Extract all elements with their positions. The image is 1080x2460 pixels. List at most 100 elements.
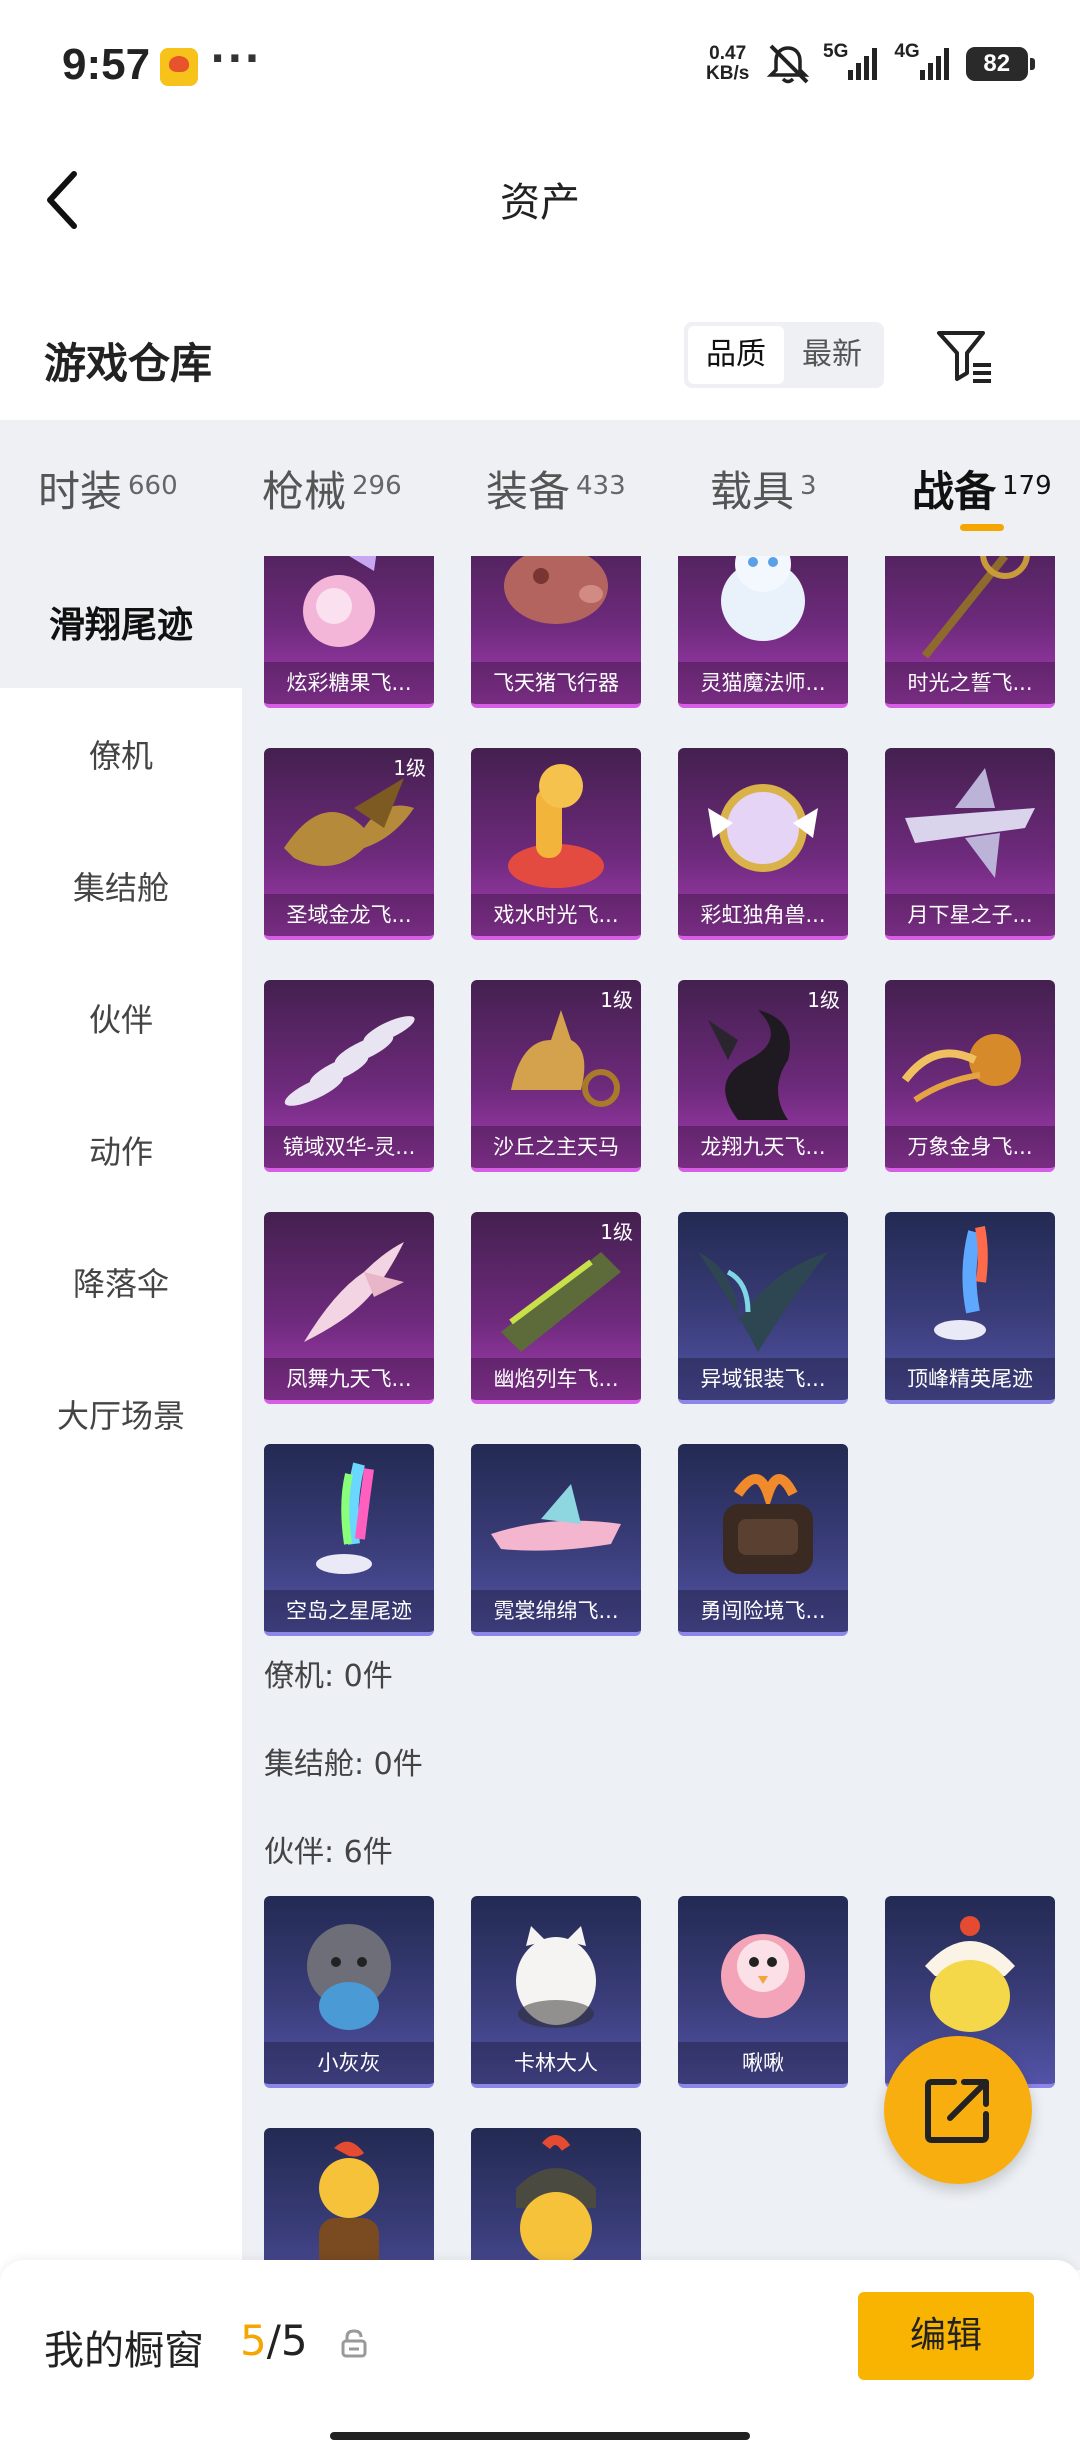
status-icons: 5G 4G 82 [765, 41, 1035, 86]
item-name: 龙翔九天飞... [678, 1126, 848, 1168]
item-card[interactable]: 彩虹独角兽... [678, 748, 848, 940]
tab-label: 装备 [486, 467, 571, 516]
item-content-area: 炫彩糖果飞... 飞天猪飞行器 灵猫魔法师... 时光之誓飞... 1级 圣域金龙飞...… [242, 556, 1080, 2270]
sidebar-item-lobby-scene[interactable]: 大厅场景 [0, 1348, 242, 1480]
item-name: 镜域双华-灵... [264, 1126, 434, 1168]
pod-section-label: 集结舱: 0件 [264, 1747, 423, 1782]
item-card[interactable]: 卡林大人 [471, 1896, 641, 2088]
status-bar: 9:57 ··· 0.47 KB/s 5G 4G 82 [0, 0, 1080, 130]
edit-button[interactable]: 编辑 [858, 2292, 1034, 2380]
golden-comet-icon [901, 1034, 1021, 1103]
item-card[interactable]: 镜域双华-灵... [264, 980, 434, 1172]
time-scepter-icon [921, 556, 1030, 659]
item-name: 月下星之子... [885, 894, 1055, 936]
item-name: 圣域金龙飞... [264, 894, 434, 936]
white-cat-icon [516, 1926, 596, 2028]
flying-pig-icon [504, 556, 608, 624]
showcase-count: 5/5 [240, 2316, 308, 2365]
item-card[interactable]: 1级圣域金龙飞... [264, 748, 434, 940]
item-name: 霓裳绵绵飞... [471, 1590, 641, 1632]
item-card[interactable]: 顶峰精英尾迹 [885, 1212, 1055, 1404]
tab-equipment[interactable]: 装备 433 [448, 420, 672, 556]
tab-count: 179 [1002, 471, 1052, 501]
tab-fashion[interactable]: 时装 660 [0, 420, 224, 556]
item-card[interactable]: 1级 龙翔九天飞... [678, 980, 848, 1172]
tab-firearms[interactable]: 枪械 296 [224, 420, 448, 556]
item-card[interactable]: 时光之誓飞... [885, 556, 1055, 708]
sidebar-item-glide-trail[interactable]: 滑翔尾迹 [0, 556, 242, 688]
rocket-pack-icon [723, 1474, 813, 1574]
showcase-label: 我的橱窗 [44, 2328, 204, 2374]
status-time: 9:57 [62, 40, 151, 89]
item-card[interactable]: 空岛之星尾迹 [264, 1444, 434, 1636]
item-card[interactable]: 戏水时光飞... [471, 748, 641, 940]
rainbow-trail-icon [316, 1462, 374, 1574]
grey-sheep-icon [307, 1924, 391, 2030]
showcase-total: /5 [266, 2316, 308, 2365]
share-icon [925, 2079, 989, 2143]
home-indicator [330, 2432, 750, 2440]
sidebar-item-parachute[interactable]: 降落伞 [0, 1216, 242, 1348]
tab-count: 296 [352, 471, 402, 501]
unicorn-mirror-icon [708, 784, 818, 872]
tab-vehicles[interactable]: 载具 3 [672, 420, 896, 556]
sidebar-item-emote[interactable]: 动作 [0, 1084, 242, 1216]
item-name: 凤舞九天飞... [264, 1358, 434, 1400]
item-card[interactable] [264, 2128, 434, 2270]
battery-indicator: 82 [965, 47, 1035, 81]
app-notification-icon [160, 48, 198, 86]
item-name: 啾啾 [678, 2042, 848, 2084]
item-card[interactable]: 万象金身飞... [885, 980, 1055, 1172]
pink-plane-icon [491, 1484, 621, 1551]
item-name: 彩虹独角兽... [678, 894, 848, 936]
tab-label: 载具 [710, 467, 795, 516]
sort-newest-option[interactable]: 最新 [784, 326, 880, 384]
signal-1-label: 5G [823, 41, 849, 62]
subcategory-sidebar: 滑翔尾迹 僚机 集结舱 伙伴 动作 降落伞 大厅场景 [0, 556, 242, 2256]
item-card[interactable]: 霓裳绵绵飞... [471, 1444, 641, 1636]
item-card[interactable]: 灵猫魔法师... [678, 556, 848, 708]
level-badge: 1级 [393, 756, 426, 780]
item-card[interactable]: 1级沙丘之主天马 [471, 980, 641, 1172]
app-header: 资产 [0, 130, 1080, 270]
level-badge: 1级 [600, 988, 633, 1012]
candy-glider-icon [303, 556, 377, 647]
item-card[interactable]: 炫彩糖果飞... [264, 556, 434, 708]
item-card[interactable]: 凤舞九天飞... [264, 1212, 434, 1404]
wingman-section-label: 僚机: 0件 [264, 1659, 393, 1694]
silver-wings-icon [698, 1252, 828, 1352]
warehouse-title: 游戏仓库 [44, 339, 213, 388]
sort-quality-option[interactable]: 品质 [688, 326, 784, 384]
item-name: 异域银装飞... [678, 1358, 848, 1400]
item-card[interactable]: 飞天猪飞行器 [471, 556, 641, 708]
tab-count: 433 [576, 471, 626, 501]
item-card[interactable]: 异域银装飞... [678, 1212, 848, 1404]
tab-label: 战备 [912, 467, 997, 516]
share-button[interactable] [884, 2036, 1032, 2184]
item-card[interactable]: 勇闯险境飞... [678, 1444, 848, 1636]
item-name: 时光之誓飞... [885, 662, 1055, 704]
sidebar-item-pod[interactable]: 集结舱 [0, 820, 242, 952]
filter-icon [937, 331, 991, 383]
star-jet-icon [905, 768, 1035, 878]
glide-trail-grid: 炫彩糖果飞... 飞天猪飞行器 灵猫魔法师... 时光之誓飞... 1级 圣域金龙飞...… [264, 556, 1080, 1636]
sidebar-item-partner[interactable]: 伙伴 [0, 952, 242, 1084]
item-name: 顶峰精英尾迹 [885, 1358, 1055, 1400]
item-name: 卡林大人 [471, 2042, 641, 2084]
item-card[interactable] [471, 2128, 641, 2270]
sort-toggle: 品质 最新 [684, 322, 884, 388]
item-card[interactable]: 月下星之子... [885, 748, 1055, 940]
network-speed-value: 0.47 [709, 43, 747, 64]
signal-strength-icon [848, 48, 878, 80]
tab-combat-gear[interactable]: 战备 179 [896, 420, 1080, 556]
network-speed: 0.47 KB/s [706, 44, 749, 84]
item-name: 戏水时光飞... [471, 894, 641, 936]
phoenix-icon [304, 1242, 404, 1342]
tab-label: 时装 [38, 467, 123, 516]
item-card[interactable]: 啾啾 [678, 1896, 848, 2088]
filter-button[interactable] [935, 325, 995, 385]
sidebar-item-wingman[interactable]: 僚机 [0, 688, 242, 820]
item-card[interactable]: 1级 幽焰列车飞... [471, 1212, 641, 1404]
item-card[interactable]: 小灰灰 [264, 1896, 434, 2088]
item-name: 沙丘之主天马 [471, 1126, 641, 1168]
